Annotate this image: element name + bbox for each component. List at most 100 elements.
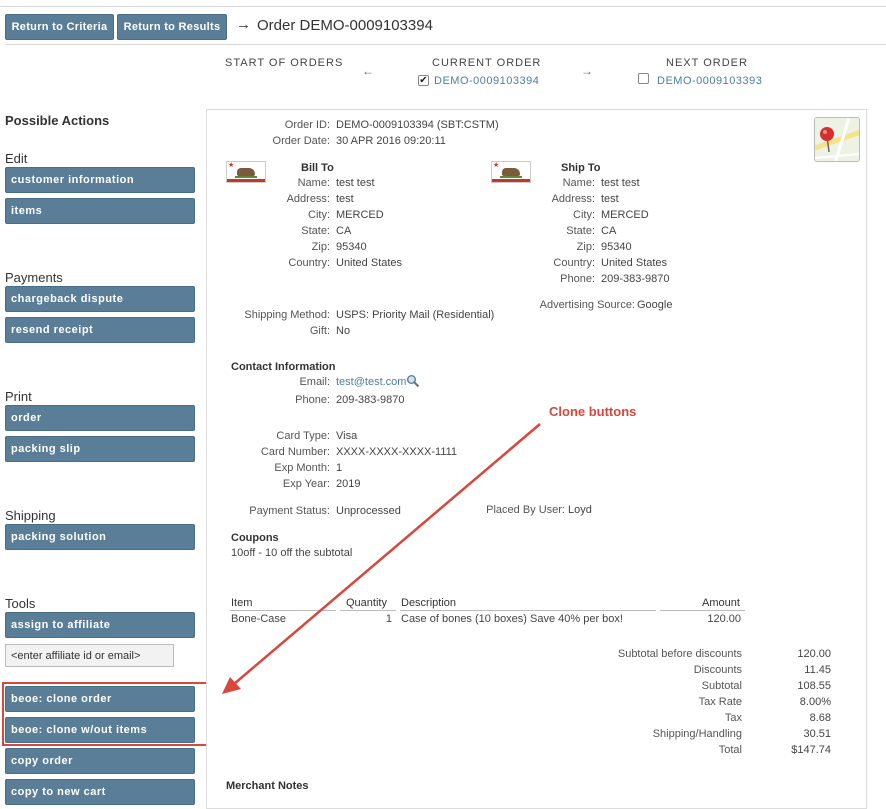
column-divider (400, 610, 656, 611)
gift-label: Gift: (309, 325, 330, 337)
card-type-label: Card Type: (276, 430, 330, 442)
gift-value: No (336, 325, 351, 337)
next-order-label: NEXT ORDER (666, 57, 748, 69)
ship-name-label: Name: (562, 177, 595, 189)
prev-arrow-icon: ← (362, 64, 374, 78)
exp-month-label: Exp Month: (274, 462, 330, 474)
bill-country-label: Country: (288, 257, 330, 269)
bill-address-label: Address: (286, 193, 330, 205)
total-value: $147.74 (791, 744, 831, 756)
page-title: Order DEMO-0009103394 (257, 17, 433, 34)
amount-column-header: Amount (702, 597, 740, 609)
bill-zip-value: 95340 (336, 241, 367, 253)
payment-status-value: Unprocessed (336, 505, 401, 517)
items-button[interactable]: items (5, 198, 195, 224)
bill-city-label: City: (308, 209, 330, 221)
assign-to-affiliate-button[interactable]: assign to affiliate (5, 612, 195, 638)
copy-to-new-cart-button[interactable]: copy to new cart (5, 779, 195, 805)
payment-status-label: Payment Status: (249, 505, 330, 517)
bill-state-value: CA (336, 225, 352, 237)
contact-information-heading: Contact Information (231, 361, 336, 373)
packing-slip-button[interactable]: packing slip (5, 436, 195, 462)
discounts-label: Discounts (693, 664, 742, 676)
bill-to-heading: Bill To (301, 162, 334, 174)
ship-city-label: City: (573, 209, 595, 221)
possible-actions-title: Possible Actions (5, 113, 110, 128)
card-type-value: Visa (336, 430, 358, 442)
exp-year-value: 2019 (336, 478, 361, 490)
start-of-orders-label: START OF ORDERS (225, 57, 344, 69)
merchant-notes-heading: Merchant Notes (226, 780, 309, 792)
payments-heading: Payments (5, 270, 63, 285)
email-link[interactable]: test@test.com (336, 376, 406, 388)
subtotal-before-discounts-label: Subtotal before discounts (617, 648, 742, 660)
coupon-value: 10off - 10 off the subtotal (231, 547, 353, 559)
card-number-label: Card Number: (260, 446, 330, 458)
ship-phone-value: 209-383-9870 (601, 273, 670, 285)
tools-heading: Tools (5, 596, 36, 611)
item-cell: Bone-Case (231, 613, 287, 625)
subtotal-label: Subtotal (701, 680, 742, 692)
amount-cell: 120.00 (707, 613, 741, 625)
order-id-label: Order ID: (284, 119, 330, 131)
ship-name-value: test test (601, 177, 640, 189)
chargeback-dispute-button[interactable]: chargeback dispute (5, 286, 195, 312)
shipping-method-value: USPS: Priority Mail (Residential) (336, 309, 495, 321)
order-id-value: DEMO-0009103394 (SBT:CSTM) (336, 119, 499, 131)
bill-address-value: test (336, 193, 354, 205)
advertising-source-value: Google (637, 299, 673, 311)
tax-rate-value: 8.00% (799, 696, 831, 708)
bill-city-value: MERCED (336, 209, 384, 221)
next-arrow-icon: → (581, 64, 593, 78)
coupons-heading: Coupons (231, 532, 279, 544)
shipping-heading: Shipping (5, 508, 56, 523)
ship-address-value: test (601, 193, 619, 205)
description-cell: Case of bones (10 boxes) Save 40% per bo… (401, 613, 623, 625)
column-divider (230, 610, 336, 611)
bill-state-label: State: (301, 225, 330, 237)
order-date-label: Order Date: (272, 135, 330, 147)
exp-year-label: Exp Year: (282, 478, 330, 490)
ship-state-value: CA (601, 225, 617, 237)
packing-solution-button[interactable]: packing solution (5, 524, 195, 550)
exp-month-value: 1 (336, 462, 343, 474)
next-order-checkbox[interactable] (638, 73, 649, 84)
print-heading: Print (5, 389, 32, 404)
map-icon[interactable] (814, 117, 860, 162)
advertising-source-label: Advertising Source: (539, 299, 635, 311)
return-to-criteria-button[interactable]: Return to Criteria (5, 14, 114, 40)
subtotal-value: 108.55 (797, 680, 831, 692)
bill-zip-label: Zip: (311, 241, 330, 253)
ship-to-heading: Ship To (561, 162, 601, 174)
shipping-handling-label: Shipping/Handling (652, 728, 742, 740)
placed-by-label: Placed By User: (486, 504, 565, 516)
current-order-link[interactable]: DEMO-0009103394 (434, 75, 539, 87)
placed-by-value: Loyd (568, 504, 592, 516)
discounts-value: 11.45 (804, 664, 831, 676)
quantity-column-header: Quantity (346, 597, 387, 609)
tax-value: 8.68 (809, 712, 831, 724)
search-icon[interactable] (406, 374, 420, 391)
total-label: Total (718, 744, 742, 756)
edit-heading: Edit (5, 151, 28, 166)
affiliate-input[interactable]: <enter affiliate id or email> (5, 644, 174, 667)
print-order-button[interactable]: order (5, 405, 195, 431)
ship-country-label: Country: (553, 257, 595, 269)
customer-information-button[interactable]: customer information (5, 167, 195, 193)
ship-phone-label: Phone: (560, 273, 595, 285)
card-number-value: XXXX-XXXX-XXXX-1111 (336, 446, 458, 458)
resend-receipt-button[interactable]: resend receipt (5, 317, 195, 343)
tax-rate-label: Tax Rate (698, 696, 742, 708)
ship-address-label: Address: (551, 193, 595, 205)
subtotal-before-discounts-value: 120.00 (797, 648, 831, 660)
next-order-link[interactable]: DEMO-0009103393 (657, 75, 762, 87)
current-order-checkbox[interactable]: ✔ (418, 75, 429, 86)
column-divider (340, 610, 396, 611)
phone-label: Phone: (295, 394, 330, 406)
item-column-header: Item (231, 597, 253, 609)
email-label: Email: (299, 376, 330, 388)
ship-zip-label: Zip: (576, 241, 595, 253)
return-to-results-button[interactable]: Return to Results (117, 14, 227, 40)
copy-order-button[interactable]: copy order (5, 748, 195, 774)
ship-state-label: State: (566, 225, 595, 237)
